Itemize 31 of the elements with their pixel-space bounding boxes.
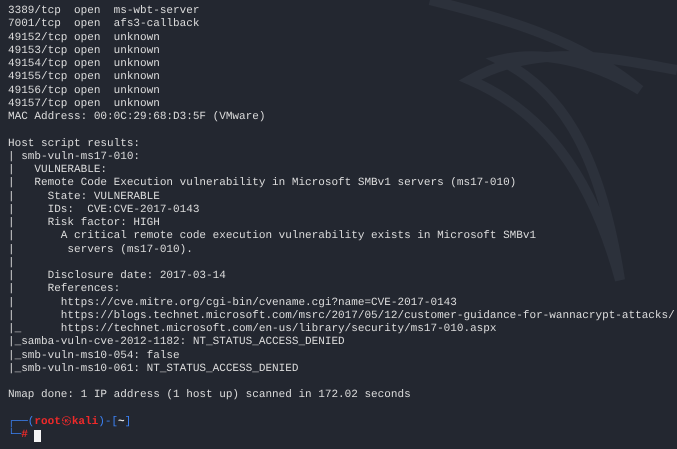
terminal-line: 49154/tcp open unknown — [8, 58, 160, 71]
terminal-line: | Disclosure date: 2017-03-14 — [8, 270, 226, 283]
terminal-line: | State: VULNERABLE — [8, 190, 160, 204]
terminal-line: 49155/tcp open unknown — [8, 71, 160, 84]
terminal-line: |_samba-vuln-cve-2012-1182: NT_STATUS_ACCESS_DENIED — [8, 336, 345, 350]
terminal-line: |_smb-vuln-ms10-061: NT_STATUS_ACCESS_DENIED — [8, 362, 298, 376]
terminal-line: | References: — [8, 283, 120, 296]
terminal-line: 3389/tcp open ms-wbt-server — [8, 5, 200, 18]
prompt-line: ┌──(root㉿kali)-[~] — [8, 416, 132, 428]
terminal-line: | smb-vuln-ms17-010: — [8, 150, 140, 164]
terminal-line: 49152/tcp open unknown — [8, 32, 160, 45]
terminal-line: 7001/tcp open afs3-callback — [8, 18, 200, 32]
prompt-symbol: └─# — [8, 429, 28, 442]
terminal-line: | https://blogs.technet.microsoft.com/msrc/2017/05/12/customer-guidance-for-wannacrypt-attacks/ — [8, 310, 675, 323]
terminal-line: 49156/tcp open unknown — [8, 84, 160, 98]
terminal-line: | Remote Code Execution vulnerability in Microsoft SMBv1 servers (ms17-010) — [8, 177, 516, 190]
terminal-line: | A critical remote code execution vulnerability exists in Microsoft SMBv1 — [8, 230, 536, 244]
text-cursor — [34, 430, 41, 442]
terminal-line: |_smb-vuln-ms10-054: false — [8, 350, 180, 363]
terminal-line: | servers (ms17-010). — [8, 244, 193, 257]
terminal-line: | https://cve.mitre.org/cgi-bin/cvename.cgi?name=CVE-2017-0143 — [8, 296, 457, 310]
terminal-line: | — [8, 256, 15, 270]
terminal-line: | IDs: CVE:CVE-2017-0143 — [8, 204, 200, 217]
terminal-line: Host script results: — [8, 138, 140, 151]
terminal-line: Nmap done: 1 IP address (1 host up) scanned in 172.02 seconds — [8, 389, 411, 402]
terminal-line: 49157/tcp open unknown — [8, 98, 160, 111]
terminal-line: 49153/tcp open unknown — [8, 44, 160, 58]
terminal-line: | VULNERABLE: — [8, 164, 108, 177]
terminal-line: MAC Address: 00:0C:29:68:D3:5F (VMware) — [8, 111, 266, 124]
terminal-line: | Risk factor: HIGH — [8, 217, 160, 230]
terminal-line: |_ https://technet.microsoft.com/en-us/library/security/ms17-010.aspx — [8, 323, 496, 336]
